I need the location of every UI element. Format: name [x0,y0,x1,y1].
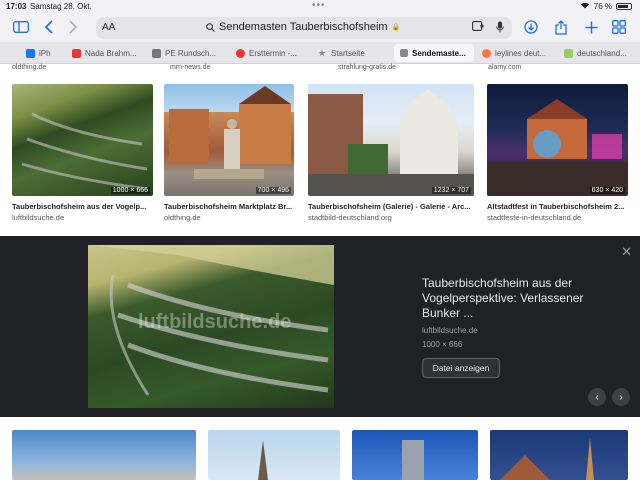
result-card[interactable]: 700 × 496 Tauberbischofsheim Marktplatz … [164,84,294,222]
tab-favicon-icon [152,48,161,58]
preview-source[interactable]: luftbildsuche.de [422,326,478,335]
preview-title[interactable]: Tauberbischofsheim aus der Vogelperspekt… [422,276,592,321]
status-date: Samstag 28. Okt. [30,2,92,11]
result-source[interactable]: stadtfeste-in-deutschland.de [487,213,628,222]
preview-watermark: luftbildsuche.de [138,311,292,333]
image-dimensions: 1000 × 666 [110,187,150,194]
preview-image[interactable]: luftbildsuche.de [88,245,334,408]
sidebar-icon[interactable] [10,16,32,38]
result-thumbnail[interactable] [352,430,478,480]
result-source[interactable]: strahlung-gratis.de [338,64,396,71]
address-bar[interactable]: AA Sendemasten Tauberbischofsheim 🔒 [96,17,512,39]
result-thumbnail[interactable]: 1232 × 707 [308,84,474,196]
close-icon[interactable]: ✕ [621,244,632,260]
battery-percent: 76 % [593,1,612,11]
status-right: 76 % [580,1,632,11]
tab-ersttermin[interactable]: Ersttermin -... [230,44,308,62]
tab-favicon-icon [236,48,245,58]
next-icon[interactable]: › [612,388,630,406]
forward-icon[interactable] [62,16,84,38]
tab-label: PE Rundsch... [165,48,217,58]
back-icon[interactable] [38,16,60,38]
status-bar: 17:03 Samstag 28. Okt. ••• 76 % [0,0,640,12]
tab-startseite[interactable]: ★ Startseite [312,44,390,62]
tab-bar: iPh Nada Brahm... PE Rundsch... Erstterm… [0,42,640,64]
result-source[interactable]: oldthing.de [12,64,46,71]
result-title[interactable]: Tauberbischofsheim aus der Vogelp... [12,202,153,211]
tab-label: Nada Brahm... [85,48,137,58]
share-icon[interactable] [550,16,572,38]
result-title[interactable]: Tauberbischofsheim (Galerie) - Galerie -… [308,202,474,211]
search-icon [206,22,215,32]
downloads-icon[interactable] [520,16,542,38]
tab-nada-brahma[interactable]: Nada Brahm... [66,44,144,62]
new-tab-icon[interactable] [580,16,602,38]
tab-favicon-icon [482,48,491,58]
image-dimensions: 700 × 496 [255,187,291,194]
preview-dimensions: 1000 × 666 [422,340,463,349]
browser-toolbar: AA Sendemasten Tauberbischofsheim 🔒 [0,12,640,42]
multitasking-dots-icon[interactable]: ••• [312,0,326,11]
result-thumbnail[interactable]: 700 × 496 [164,84,294,196]
tab-label: Ersttermin -... [249,48,298,58]
tab-label: Startseite [331,48,365,58]
tab-iph[interactable]: iPh [20,44,66,62]
status-time: 17:03 [6,2,27,11]
star-icon: ★ [318,47,327,58]
result-source[interactable]: mrn-news.de [170,64,210,71]
result-card[interactable]: 1000 × 666 Tauberbischofsheim aus der Vo… [12,84,153,222]
tab-label: deutschland... [577,48,627,58]
result-source[interactable]: alamy.com [488,64,521,71]
tab-deutschland[interactable]: deutschland... [558,44,638,62]
result-source[interactable]: luftbildsuche.de [12,213,153,222]
result-thumbnail[interactable] [490,430,628,480]
image-dimensions: 630 × 420 [589,187,625,194]
tab-favicon-icon [564,48,573,58]
tab-overview-icon[interactable] [608,16,630,38]
result-thumbnail[interactable] [208,430,340,480]
result-thumbnail[interactable]: 1000 × 666 [12,84,153,196]
tab-favicon-icon [26,48,35,58]
image-results: oldthing.de mrn-news.de strahlung-gratis… [0,64,640,480]
tab-label: iPh [39,48,51,58]
wifi-icon [580,1,590,11]
text-size-button[interactable]: AA [102,22,115,33]
previous-icon[interactable]: ‹ [588,388,606,406]
search-query-text: Sendemasten Tauberbischofsheim [219,21,388,33]
microphone-icon[interactable] [496,21,504,36]
tab-leylines[interactable]: leylines deut... [476,44,556,62]
result-card[interactable]: 1232 × 707 Tauberbischofsheim (Galerie) … [308,84,474,222]
result-thumbnail[interactable]: 630 × 420 [487,84,628,196]
tab-label: Sendemaste... [412,48,466,58]
view-file-button[interactable]: Datei anzeigen [422,358,500,378]
result-source[interactable]: stadtbild-deutschland.org [308,213,474,222]
result-title[interactable]: Altstadtfest in Tauberbischofsheim 2... [487,202,628,211]
battery-icon [616,2,632,10]
tab-pe-rundschau[interactable]: PE Rundsch... [146,44,224,62]
tab-label: leylines deut... [495,48,547,58]
image-dimensions: 1232 × 707 [431,187,471,194]
address-query: Sendemasten Tauberbischofsheim 🔒 [206,21,400,33]
lock-icon: 🔒 [391,24,401,31]
extension-icon[interactable] [472,21,484,34]
result-thumbnail[interactable] [12,430,196,480]
tab-favicon-icon [72,48,81,58]
result-title[interactable]: Tauberbischofsheim Marktplatz Br... [164,202,294,211]
result-card[interactable]: 630 × 420 Altstadtfest in Tauberbischofs… [487,84,628,222]
close-tab-icon[interactable] [400,49,408,57]
image-preview-panel: luftbildsuche.de Tauberbischofsheim aus … [0,236,640,417]
tab-sendemasten[interactable]: Sendemaste... [394,44,474,62]
result-source[interactable]: oldthing.de [164,213,294,222]
